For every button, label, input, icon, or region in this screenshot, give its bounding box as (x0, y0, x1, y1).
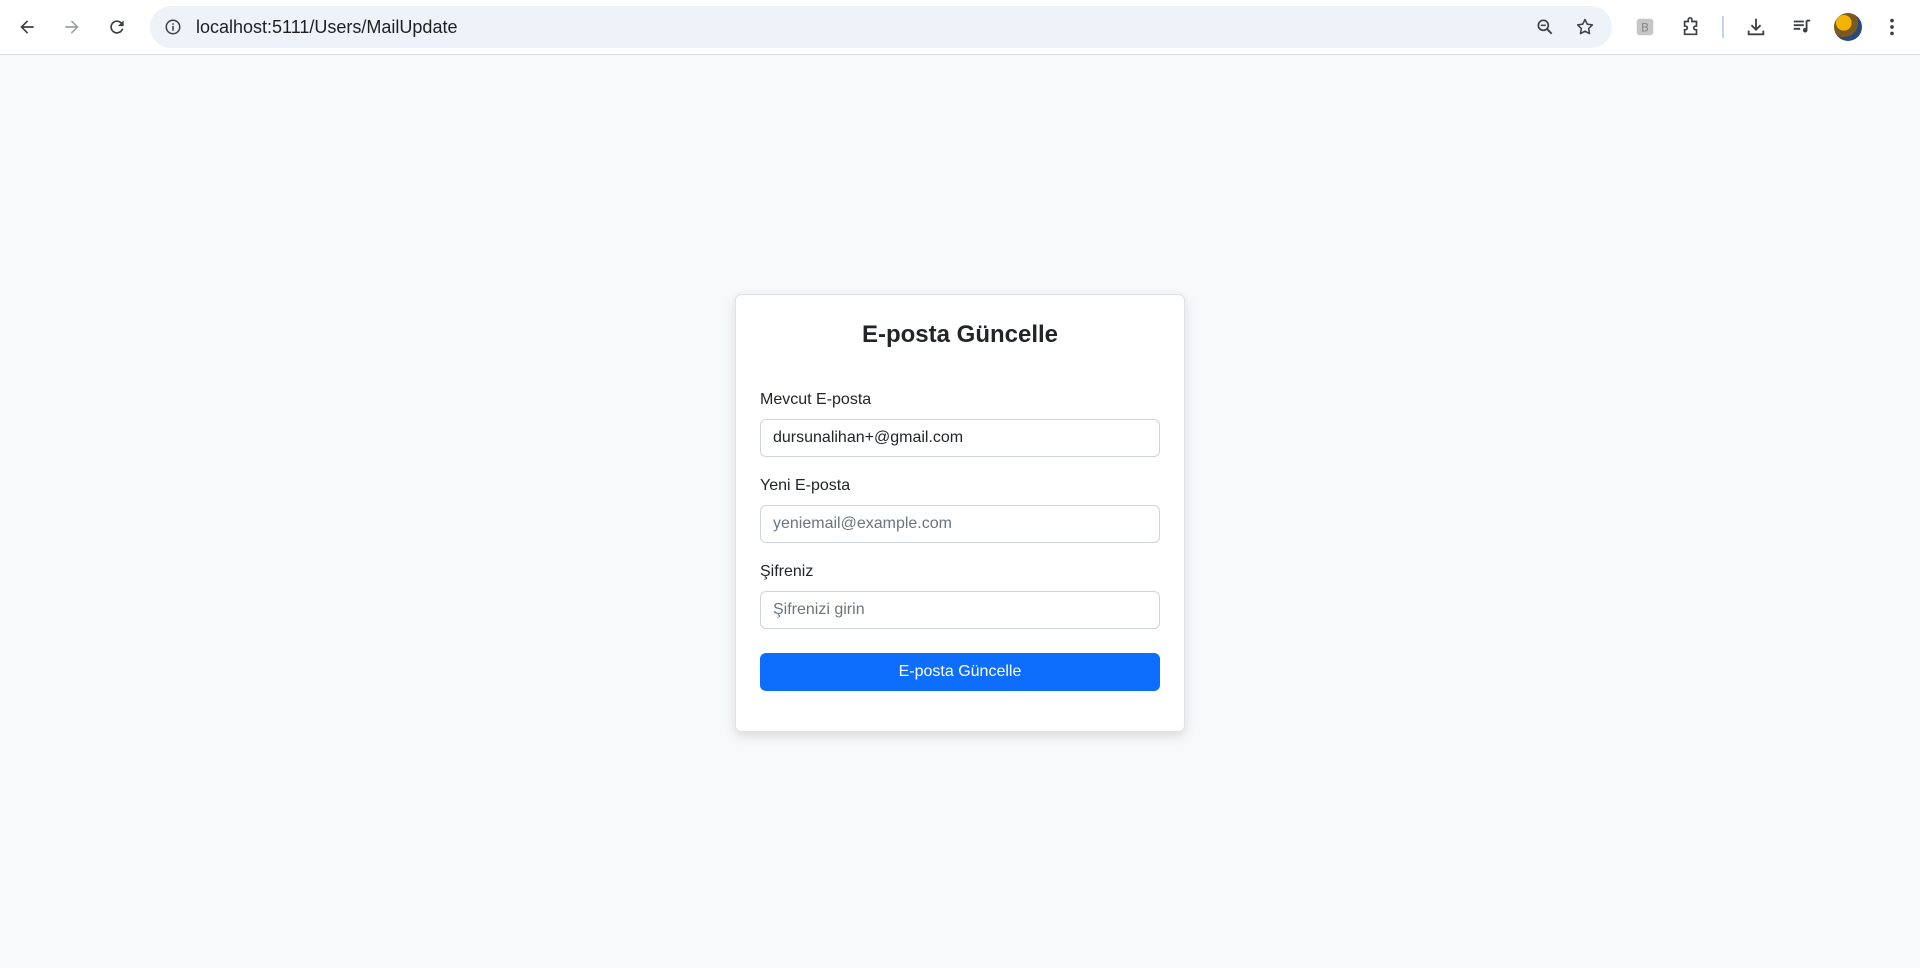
url-text[interactable]: localhost:5111/Users/MailUpdate (196, 17, 457, 38)
password-label: Şifreniz (760, 563, 814, 580)
reload-icon (110, 20, 124, 34)
forward-button[interactable] (55, 10, 89, 44)
page-title: E-posta Güncelle (861, 321, 1059, 348)
media-queue-icon[interactable] (1786, 11, 1818, 43)
password-field[interactable] (760, 591, 1160, 629)
current-email-field[interactable] (760, 419, 1160, 457)
bookmark-star-icon[interactable] (1570, 12, 1600, 42)
profile-avatar[interactable] (1834, 13, 1862, 41)
forward-icon (65, 20, 79, 34)
extension-b-icon[interactable]: B (1629, 11, 1661, 43)
mail-update-card: E-posta Güncelle Mevcut E-posta Yeni E-p… (735, 294, 1185, 732)
toolbar-separator (1722, 16, 1724, 38)
zoom-icon[interactable] (1530, 12, 1560, 42)
back-button[interactable] (10, 10, 44, 44)
extensions-puzzle-icon[interactable] (1675, 11, 1707, 43)
address-bar[interactable]: localhost:5111/Users/MailUpdate (150, 6, 1612, 48)
update-email-button[interactable]: E-posta Güncelle (760, 653, 1160, 691)
new-email-field[interactable] (760, 505, 1160, 543)
menu-dots-icon[interactable] (1876, 11, 1908, 43)
reload-button[interactable] (100, 10, 134, 44)
current-email-label: Mevcut E-posta (760, 391, 872, 408)
browser-toolbar: localhost:5111/Users/MailUpdate B (0, 0, 1920, 55)
new-email-label: Yeni E-posta (760, 477, 851, 494)
svg-text:B: B (1641, 21, 1649, 35)
download-icon[interactable] (1740, 11, 1772, 43)
back-icon (20, 20, 34, 34)
site-info-icon[interactable] (158, 12, 188, 42)
